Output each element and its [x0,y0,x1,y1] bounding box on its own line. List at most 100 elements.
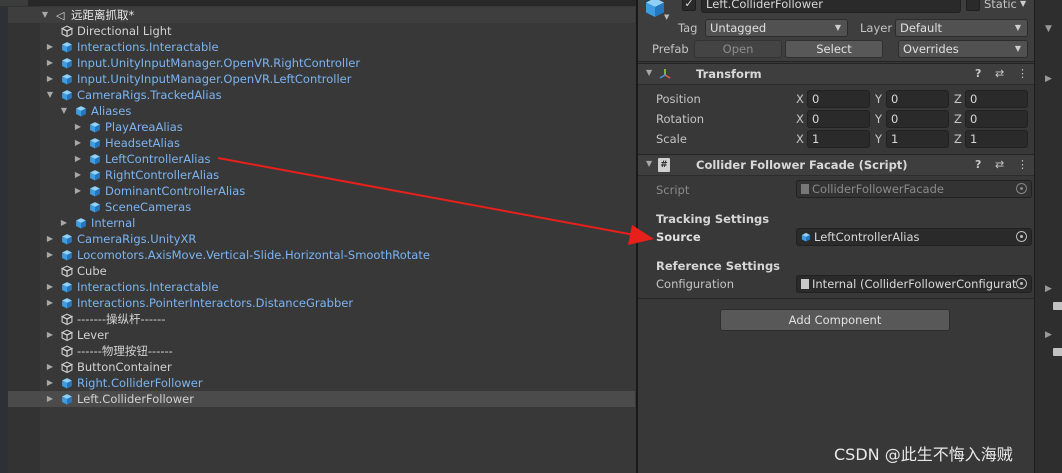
active-checkbox[interactable]: ✓ [682,0,696,11]
transform-x-field[interactable]: 0 [807,90,870,108]
layer-dropdown[interactable]: Default ▼ [895,19,1028,37]
expand-arrow-icon[interactable]: ▶ [1045,284,1052,294]
hierarchy-item[interactable]: ▶ Interactions.Interactable [8,279,635,295]
hierarchy-item[interactable]: Cube [8,263,635,279]
hierarchy-item[interactable]: ▶ Left.ColliderFollower [8,391,635,407]
hierarchy-item[interactable]: ------物理按钮------ [8,343,635,359]
expand-arrow-icon[interactable]: ▼ [40,7,50,23]
prefab-cube-icon [61,249,73,261]
static-checkbox[interactable] [966,0,980,11]
collapse-arrow-icon[interactable]: ▶ [45,295,55,311]
transform-y-field[interactable]: 1 [886,130,949,148]
hierarchy-item[interactable]: Directional Light [8,23,635,39]
axis-x-label[interactable]: X [796,112,804,126]
hierarchy-item[interactable]: ▶ ButtonContainer [8,359,635,375]
hierarchy-item[interactable]: SceneCameras [8,199,635,215]
collapse-arrow-icon[interactable]: ▶ [73,135,83,151]
expand-arrow-icon[interactable]: ▼ [59,103,69,119]
collapse-arrow-icon[interactable]: ▶ [45,55,55,71]
fold-arrow-icon[interactable]: ▼ [646,68,652,77]
collapse-arrow-icon[interactable]: ▶ [45,231,55,247]
transform-row-label: Position [656,92,701,106]
hierarchy-item[interactable]: ▶ Internal [8,215,635,231]
script-component-header[interactable]: ▼ # Collider Follower Facade (Script) ? … [638,154,1034,176]
hierarchy-item[interactable]: ▶ Interactions.PointerInteractors.Distanc… [8,295,635,311]
prefab-overrides-dropdown[interactable]: Overrides ▼ [898,40,1028,58]
expand-arrow-icon[interactable]: ▶ [1045,74,1052,84]
collapse-arrow-icon[interactable]: ▶ [73,167,83,183]
hierarchy-item[interactable]: ▶ LeftControllerAlias [8,151,635,167]
collapse-arrow-icon[interactable]: ▶ [45,279,55,295]
axis-y-label[interactable]: Y [875,92,882,106]
collapse-arrow-icon[interactable]: ▶ [45,327,55,343]
static-dropdown-icon[interactable]: ▼ [1020,0,1026,8]
collapse-arrow-icon[interactable]: ▶ [45,39,55,55]
hierarchy-item[interactable]: ▶ HeadsetAlias [8,135,635,151]
collapse-arrow-icon[interactable]: ▶ [45,359,55,375]
source-field[interactable]: LeftControllerAlias [796,228,1032,246]
hierarchy-item[interactable]: ▶ Input.UnityInputManager.OpenVR.RightCon… [8,55,635,71]
hierarchy-item[interactable]: ▶ Locomotors.AxisMove.Vertical-Slide.Hori… [8,247,635,263]
expand-arrow-icon[interactable]: ▼ [45,87,55,103]
add-component-button[interactable]: Add Component [720,309,950,331]
transform-x-field[interactable]: 1 [807,130,870,148]
axis-z-label[interactable]: Z [954,112,962,126]
transform-z-field[interactable]: 1 [965,130,1028,148]
help-icon[interactable]: ? [975,67,981,80]
transform-header[interactable]: ▼ Transform ? ⇄ ⋮ [638,63,1034,85]
hierarchy-item[interactable]: ▶ Input.UnityInputManager.OpenVR.LeftCont… [8,71,635,87]
tag-dropdown[interactable]: Untagged ▼ [705,19,848,37]
hierarchy-item[interactable]: ▶ CameraRigs.UnityXR [8,231,635,247]
hierarchy-item[interactable]: ▶ DominantControllerAlias [8,183,635,199]
collapse-arrow-icon[interactable]: ▶ [45,247,55,263]
folder-icon[interactable] [1053,302,1062,310]
hierarchy-item-label: DominantControllerAlias [105,184,246,198]
expand-arrow-icon[interactable]: ▶ [1045,330,1052,340]
preset-icon[interactable]: ⇄ [995,158,1004,171]
hierarchy-item[interactable]: ▶ Lever [8,327,635,343]
help-icon[interactable]: ? [975,158,981,171]
object-picker-icon[interactable] [1016,278,1027,289]
expand-arrow-icon[interactable]: ▼ [1045,24,1052,34]
hierarchy-item[interactable]: -------操纵杆------ [8,311,635,327]
context-menu-icon[interactable]: ⋮ [1017,67,1028,80]
context-menu-icon[interactable]: ⋮ [1017,158,1028,171]
axis-y-label[interactable]: Y [875,132,882,146]
transform-y-field[interactable]: 0 [886,110,949,128]
script-field[interactable]: ColliderFollowerFacade [796,180,1032,198]
folder-icon[interactable] [1053,348,1062,356]
hierarchy-item[interactable]: ▶ Right.ColliderFollower [8,375,635,391]
axis-z-label[interactable]: Z [954,92,962,106]
preset-icon[interactable]: ⇄ [995,67,1004,80]
collapse-arrow-icon[interactable]: ▶ [45,375,55,391]
prefab-select-button[interactable]: Select [785,40,883,58]
transform-z-field[interactable]: 0 [965,110,1028,128]
collapse-arrow-icon[interactable]: ▶ [73,183,83,199]
collapse-arrow-icon[interactable]: ▶ [73,151,83,167]
axis-x-label[interactable]: X [796,92,804,106]
scene-header-row[interactable]: ▼ ◁ 远距离抓取* [8,7,635,23]
prefab-open-button[interactable]: Open [694,40,782,58]
chevron-down-icon[interactable]: ▼ [664,13,669,21]
hierarchy-item[interactable]: ▼ CameraRigs.TrackedAlias [8,87,635,103]
object-name-field[interactable]: Left.ColliderFollower [701,0,961,13]
collapse-arrow-icon[interactable]: ▶ [45,71,55,87]
object-picker-icon[interactable] [1016,231,1027,242]
transform-z-field[interactable]: 0 [965,90,1028,108]
hierarchy-item[interactable]: ▶ PlayAreaAlias [8,119,635,135]
collapse-arrow-icon[interactable]: ▶ [73,119,83,135]
hierarchy-panel: ▼ ◁ 远距离抓取* Directional Light ▶ Interaction… [0,0,636,473]
axis-y-label[interactable]: Y [875,112,882,126]
hierarchy-item[interactable]: ▶ Interactions.Interactable [8,39,635,55]
axis-x-label[interactable]: X [796,132,804,146]
collapse-arrow-icon[interactable]: ▶ [59,215,69,231]
object-picker-icon[interactable] [1016,183,1027,194]
axis-z-label[interactable]: Z [954,132,962,146]
hierarchy-item[interactable]: ▼ Aliases [8,103,635,119]
transform-y-field[interactable]: 0 [886,90,949,108]
fold-arrow-icon[interactable]: ▼ [646,159,652,168]
hierarchy-item[interactable]: ▶ RightControllerAlias [8,167,635,183]
transform-x-field[interactable]: 0 [807,110,870,128]
configuration-field[interactable]: Internal (ColliderFollowerConfigurat [796,275,1032,293]
collapse-arrow-icon[interactable]: ▶ [45,391,55,407]
